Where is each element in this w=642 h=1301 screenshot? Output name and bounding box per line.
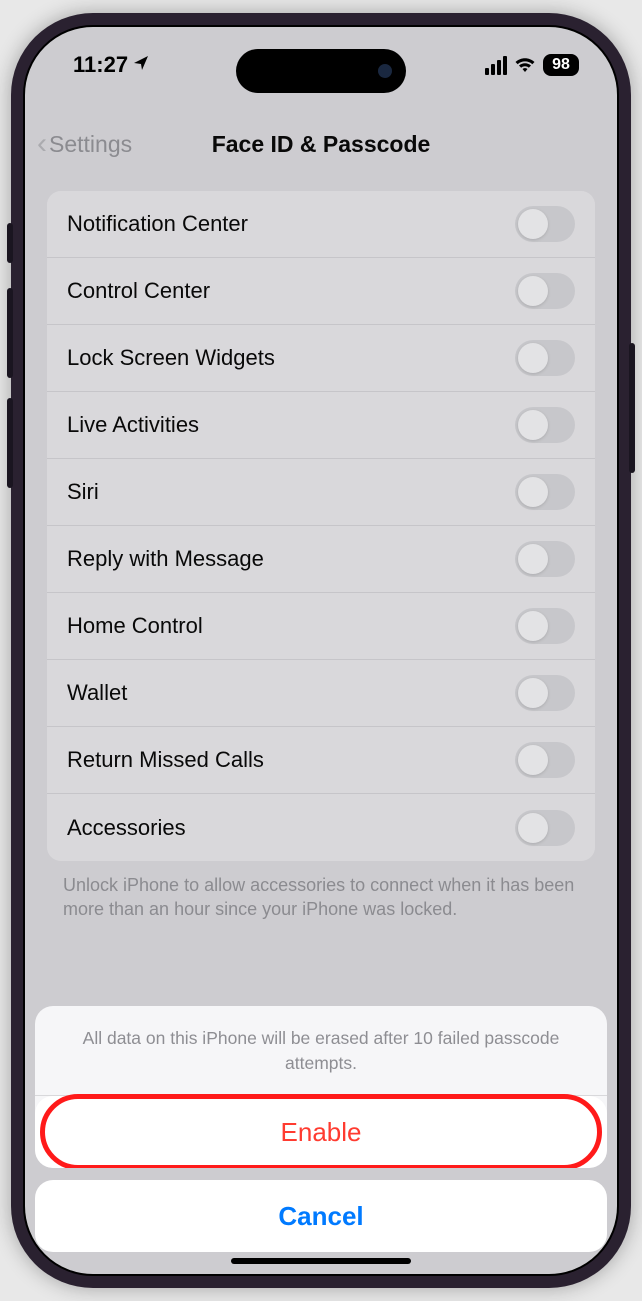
- enable-button[interactable]: Enable: [35, 1096, 607, 1168]
- row-label: Accessories: [67, 815, 186, 841]
- cancel-group: Cancel: [35, 1180, 607, 1252]
- row-lock-screen-widgets[interactable]: Lock Screen Widgets: [47, 325, 595, 392]
- phone-frame: 11:27 98 ‹ Settings Face ID & Passcode: [11, 13, 631, 1288]
- row-label: Live Activities: [67, 412, 199, 438]
- toggle-switch[interactable]: [515, 407, 575, 443]
- row-label: Reply with Message: [67, 546, 264, 572]
- power-button[interactable]: [629, 343, 635, 473]
- toggle-switch[interactable]: [515, 474, 575, 510]
- action-sheet-group: All data on this iPhone will be erased a…: [35, 1006, 607, 1168]
- location-icon: [133, 55, 149, 76]
- toggle-switch[interactable]: [515, 810, 575, 846]
- cancel-label: Cancel: [278, 1201, 363, 1232]
- row-accessories[interactable]: Accessories: [47, 794, 595, 861]
- row-label: Return Missed Calls: [67, 747, 264, 773]
- toggle-switch[interactable]: [515, 541, 575, 577]
- row-return-missed-calls[interactable]: Return Missed Calls: [47, 727, 595, 794]
- action-sheet-message: All data on this iPhone will be erased a…: [35, 1006, 607, 1096]
- toggle-switch[interactable]: [515, 273, 575, 309]
- toggle-switch[interactable]: [515, 340, 575, 376]
- row-label: Wallet: [67, 680, 127, 706]
- row-siri[interactable]: Siri: [47, 459, 595, 526]
- cancel-button[interactable]: Cancel: [35, 1180, 607, 1252]
- row-home-control[interactable]: Home Control: [47, 593, 595, 660]
- toggle-switch[interactable]: [515, 675, 575, 711]
- row-live-activities[interactable]: Live Activities: [47, 392, 595, 459]
- row-label: Home Control: [67, 613, 203, 639]
- dynamic-island[interactable]: [236, 49, 406, 93]
- enable-label: Enable: [281, 1117, 362, 1148]
- row-reply-with-message[interactable]: Reply with Message: [47, 526, 595, 593]
- row-label: Lock Screen Widgets: [67, 345, 275, 371]
- row-label: Siri: [67, 479, 99, 505]
- row-label: Notification Center: [67, 211, 248, 237]
- wifi-icon: [514, 57, 536, 73]
- status-time: 11:27: [73, 52, 128, 78]
- volume-up-button[interactable]: [7, 288, 13, 378]
- back-label: Settings: [49, 131, 132, 158]
- cellular-signal-icon: [485, 56, 507, 75]
- row-control-center[interactable]: Control Center: [47, 258, 595, 325]
- row-label: Control Center: [67, 278, 210, 304]
- action-sheet: All data on this iPhone will be erased a…: [35, 1006, 607, 1252]
- screen: 11:27 98 ‹ Settings Face ID & Passcode: [23, 25, 619, 1276]
- battery-indicator: 98: [543, 54, 579, 76]
- back-button[interactable]: ‹ Settings: [37, 129, 132, 159]
- volume-down-button[interactable]: [7, 398, 13, 488]
- section-footer: Unlock iPhone to allow accessories to co…: [25, 861, 617, 922]
- toggle-switch[interactable]: [515, 742, 575, 778]
- settings-list: Notification Center Control Center Lock …: [47, 191, 595, 861]
- nav-header: ‹ Settings Face ID & Passcode: [25, 103, 617, 191]
- silence-switch[interactable]: [7, 223, 13, 263]
- row-notification-center[interactable]: Notification Center: [47, 191, 595, 258]
- row-wallet[interactable]: Wallet: [47, 660, 595, 727]
- toggle-switch[interactable]: [515, 608, 575, 644]
- toggle-switch[interactable]: [515, 206, 575, 242]
- chevron-left-icon: ‹: [37, 129, 47, 159]
- home-indicator[interactable]: [231, 1258, 411, 1264]
